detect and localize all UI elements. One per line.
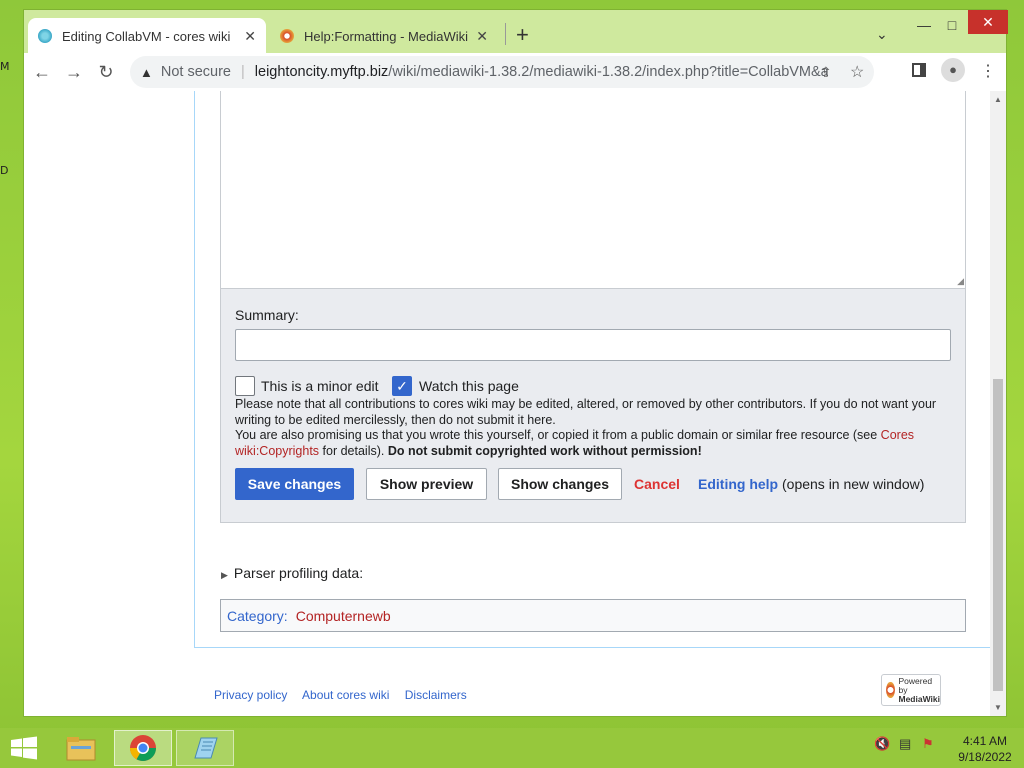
about-link[interactable]: About cores wiki <box>302 688 389 702</box>
new-tab-icon[interactable]: + <box>516 24 529 46</box>
wiki-favicon-icon <box>38 29 52 43</box>
footer: Privacy policy About cores wiki Disclaim… <box>214 688 479 702</box>
page-content: ◢ Summary: This is a minor edit ✓ Watch … <box>24 91 990 716</box>
close-button[interactable]: ✕ <box>968 10 1008 34</box>
minor-edit-checkbox[interactable] <box>235 376 255 396</box>
powered-line2: MediaWiki <box>898 693 941 704</box>
summary-label: Summary: <box>235 307 299 323</box>
forward-arrow-icon[interactable]: → <box>58 62 90 83</box>
notice-warning-bold: Do not submit copyrighted work without p… <box>387 443 702 458</box>
notice-text-pre: You are also promising us that you wrote… <box>235 428 881 442</box>
action-center-flag-icon[interactable]: ⚑ <box>922 736 934 752</box>
watch-page-checkbox[interactable]: ✓ <box>392 376 412 396</box>
tab-title: Editing CollabVM - cores wiki <box>62 28 231 44</box>
close-tab-icon[interactable]: ✕ <box>244 28 256 45</box>
resize-grip-icon[interactable]: ◢ <box>957 276 964 287</box>
desktop-icon-label[interactable]: M <box>0 60 10 73</box>
parser-profiling-toggle[interactable]: ▶ Parser profiling data: <box>221 565 363 581</box>
parser-profiling-label: Parser profiling data: <box>233 565 364 581</box>
save-changes-button[interactable]: Save changes <box>235 468 354 500</box>
powered-by-mediawiki-badge[interactable]: Powered by MediaWiki <box>881 674 941 706</box>
browser-window: — □ ✕ Editing CollabVM - cores wiki ✕ He… <box>23 9 1008 717</box>
category-links: Category: Computernewb <box>220 599 966 632</box>
file-explorer-icon[interactable] <box>52 730 110 766</box>
summary-input[interactable] <box>235 329 951 361</box>
desktop-icon-label[interactable]: D <box>0 164 8 177</box>
tab-search-chevron-down-icon[interactable]: ⌄ <box>876 26 888 43</box>
reload-icon[interactable]: ↻ <box>90 62 122 83</box>
wikitext-editor[interactable]: ◢ <box>220 91 966 289</box>
mediawiki-favicon-icon <box>280 29 294 43</box>
category-link[interactable]: Computernewb <box>296 608 391 624</box>
warning-icon[interactable]: ▲ <box>140 65 153 80</box>
browser-toolbar: ← → ↻ ▲ Not secure | leightoncity.myftp.… <box>24 53 1006 91</box>
chrome-taskbar-icon[interactable] <box>114 730 172 766</box>
powered-line1: Powered by <box>898 675 933 695</box>
back-arrow-icon[interactable]: ← <box>26 62 58 83</box>
tab-help-formatting[interactable]: Help:Formatting - MediaWiki ✕ <box>270 18 498 54</box>
side-panel-icon[interactable] <box>912 63 926 77</box>
scroll-down-arrow-icon[interactable]: ▼ <box>994 703 1002 712</box>
watch-page-label[interactable]: Watch this page <box>419 378 519 394</box>
menu-kebab-icon[interactable]: ⋮ <box>980 61 996 81</box>
minor-edit-label[interactable]: This is a minor edit <box>261 378 378 394</box>
profile-avatar-icon[interactable]: ● <box>941 58 965 82</box>
clock-date: 9/18/2022 <box>958 750 1012 764</box>
show-changes-button[interactable]: Show changes <box>498 468 622 500</box>
vertical-scrollbar[interactable]: ▲ ▼ <box>990 91 1006 716</box>
close-tab-icon[interactable]: ✕ <box>476 28 488 45</box>
address-bar[interactable]: ▲ Not secure | leightoncity.myftp.biz /w… <box>130 56 874 88</box>
wiki-content-area: ◢ Summary: This is a minor edit ✓ Watch … <box>194 91 990 648</box>
cancel-link[interactable]: Cancel <box>634 476 680 492</box>
volume-muted-icon[interactable]: 🔇 <box>874 736 890 752</box>
category-label[interactable]: Category: <box>227 608 288 624</box>
disclaimers-link[interactable]: Disclaimers <box>405 688 467 702</box>
scroll-up-arrow-icon[interactable]: ▲ <box>994 95 1002 104</box>
url-path: /wiki/mediawiki-1.38.2/mediawiki-1.38.2/… <box>388 64 829 80</box>
bookmark-star-icon[interactable]: ☆ <box>850 62 864 82</box>
editing-help: Editing help (opens in new window) <box>698 476 924 492</box>
edit-options: Summary: This is a minor edit ✓ Watch th… <box>220 289 966 523</box>
scroll-thumb[interactable] <box>993 379 1003 691</box>
omnibox-divider: | <box>241 64 245 80</box>
maximize-button[interactable]: □ <box>938 14 966 36</box>
disclosure-triangle-icon: ▶ <box>221 570 228 580</box>
start-windows-icon[interactable] <box>10 736 38 760</box>
privacy-policy-link[interactable]: Privacy policy <box>214 688 287 702</box>
url-host: leightoncity.myftp.biz <box>254 64 389 80</box>
mediawiki-logo-icon <box>886 682 895 698</box>
tab-title: Help:Formatting - MediaWiki <box>304 28 468 44</box>
notepad-taskbar-icon[interactable] <box>176 730 234 766</box>
editing-help-link[interactable]: Editing help <box>698 476 778 492</box>
notice-text-post: for details). <box>319 443 388 458</box>
not-secure-label[interactable]: Not secure <box>161 64 231 80</box>
notice-text-2: You are also promising us that you wrote… <box>235 428 955 459</box>
tab-editing-collabvm[interactable]: Editing CollabVM - cores wiki ✕ <box>28 18 266 54</box>
clock-time: 4:41 AM <box>962 734 1008 748</box>
editing-help-suffix: (opens in new window) <box>778 476 925 492</box>
network-icon[interactable]: ▤ <box>899 736 911 752</box>
show-preview-button[interactable]: Show preview <box>366 468 487 500</box>
copyright-notice: Please note that all contributions to co… <box>235 397 955 459</box>
system-clock[interactable]: 4:41 AM 9/18/2022 <box>950 733 1020 765</box>
minimize-button[interactable]: — <box>910 14 938 36</box>
share-icon[interactable]: ⇪ <box>820 64 832 81</box>
taskbar: 🔇 ▤ ⚑ 4:41 AM 9/18/2022 <box>0 728 1024 768</box>
tab-divider <box>505 23 506 45</box>
notice-text: Please note that all contributions to co… <box>235 397 937 427</box>
